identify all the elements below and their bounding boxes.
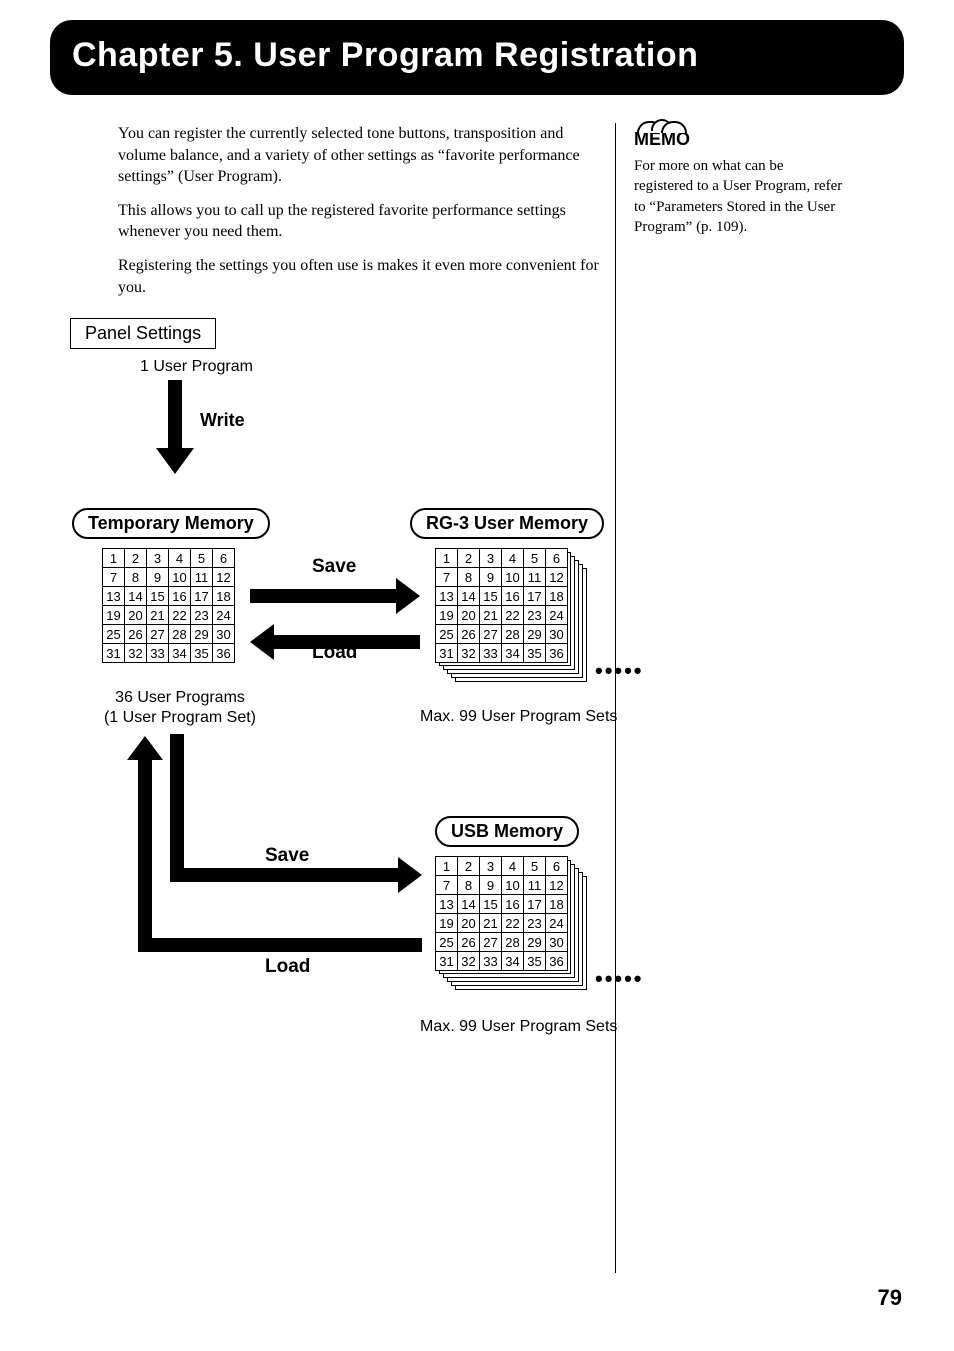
save-label-usb: Save: [265, 845, 309, 867]
page-number: 79: [878, 1285, 902, 1311]
grid-table: 123456 789101112 131415161718 1920212223…: [435, 548, 568, 663]
grid-table: 123456 789101112 131415161718 1920212223…: [435, 856, 568, 971]
temp-memory-grid: 123456 789101112 131415161718 1920212223…: [102, 548, 235, 663]
load-label-rg3: Load: [312, 642, 357, 664]
ellipsis-icon: •••••: [595, 658, 644, 684]
intro-text: You can register the currently selected …: [118, 123, 605, 298]
usb-memory-grid-stack: 123456 789101112 131415161718 1920212223…: [435, 856, 568, 971]
intro-p2: This allows you to call up the registere…: [118, 200, 605, 243]
arrow-down-icon: [160, 380, 190, 470]
temp-memory-caption: 36 User Programs (1 User Program Set): [90, 688, 270, 728]
intro-p3: Registering the settings you often use i…: [118, 255, 605, 298]
usb-caption: Max. 99 User Program Sets: [420, 1018, 617, 1036]
chapter-title: Chapter 5. User Program Registration: [72, 36, 882, 75]
panel-settings-box: Panel Settings: [70, 318, 216, 349]
load-label-usb: Load: [265, 956, 310, 978]
rg3-caption: Max. 99 User Program Sets: [420, 708, 617, 726]
ellipsis-icon: •••••: [595, 966, 644, 992]
chapter-title-bar: Chapter 5. User Program Registration: [50, 20, 904, 95]
grid-table: 123456 789101112 131415161718 1920212223…: [102, 548, 235, 663]
memo-icon: MEMO: [634, 123, 690, 150]
temporary-memory-pill: Temporary Memory: [72, 508, 270, 539]
usb-memory-pill: USB Memory: [435, 816, 579, 847]
memo-text: For more on what can be registered to a …: [634, 156, 845, 237]
rg3-user-memory-pill: RG-3 User Memory: [410, 508, 604, 539]
one-user-program-label: 1 User Program: [140, 358, 253, 376]
rg3-memory-grid-stack: 123456 789101112 131415161718 1920212223…: [435, 548, 568, 663]
save-label-rg3: Save: [312, 556, 356, 578]
memory-flow-diagram: Panel Settings 1 User Program Write Temp…: [50, 318, 650, 1088]
write-label: Write: [200, 410, 245, 431]
intro-p1: You can register the currently selected …: [118, 123, 605, 188]
